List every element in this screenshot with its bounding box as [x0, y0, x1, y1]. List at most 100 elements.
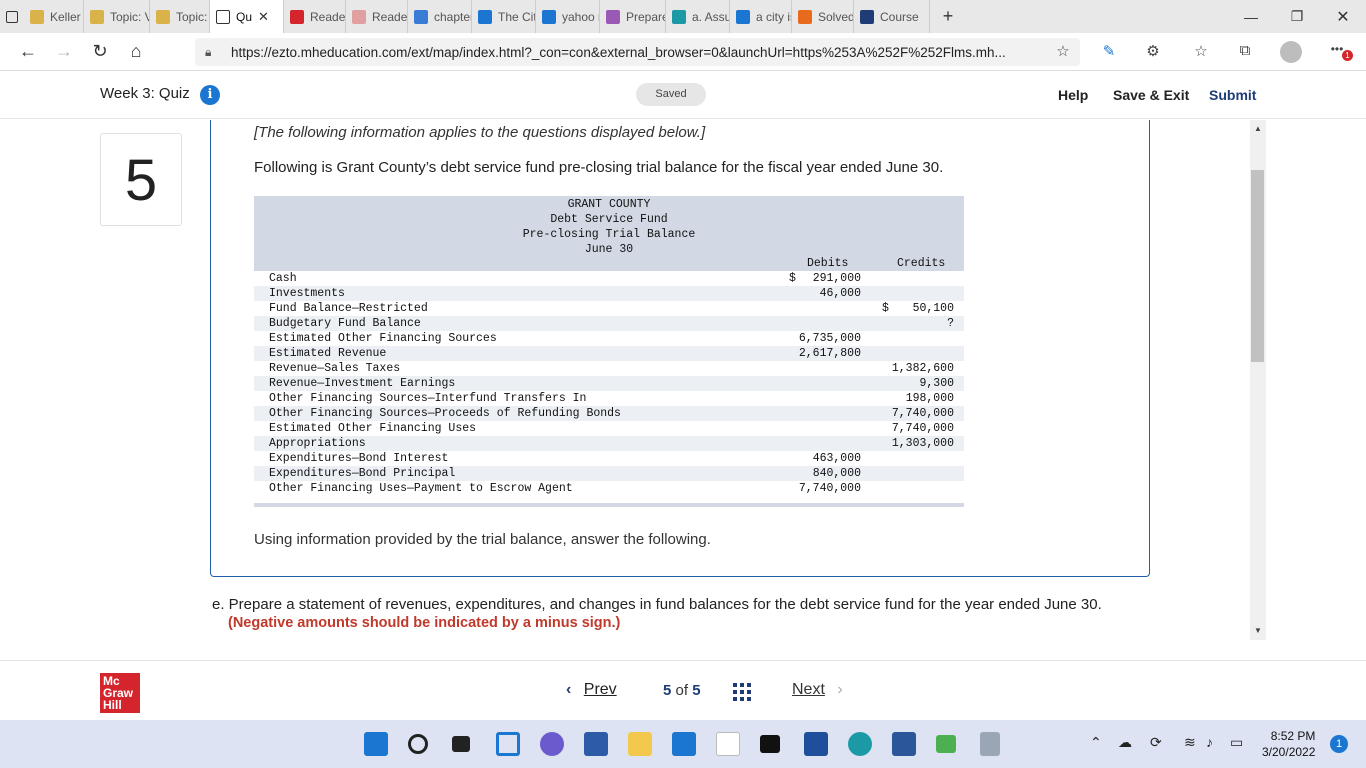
- scroll-up-icon[interactable]: ▲: [1250, 124, 1266, 133]
- browser-tab[interactable]: a. Assur: [666, 0, 730, 33]
- question-info-box: [The following information applies to th…: [210, 120, 1150, 577]
- tab-label: Solved: [818, 9, 854, 24]
- mail-icon[interactable]: [672, 732, 696, 756]
- edge-icon[interactable]: [848, 732, 872, 756]
- question-paragraph: Following is Grant County’s debt service…: [254, 159, 944, 176]
- credit-value: 1,303,000: [891, 437, 954, 450]
- scroll-down-icon[interactable]: ▼: [1250, 626, 1266, 635]
- dropbox-icon[interactable]: [760, 735, 780, 753]
- browser-tab[interactable]: Topic: W: [150, 0, 210, 33]
- next-button[interactable]: Next ›: [792, 681, 843, 699]
- volume-icon[interactable]: ♪: [1206, 734, 1213, 750]
- table-row: Investments 46,000: [254, 286, 964, 301]
- mcgraw-icon: [290, 9, 304, 24]
- word-icon[interactable]: [892, 732, 916, 756]
- minimize-button[interactable]: —: [1228, 9, 1274, 25]
- table-body: Cash $291,000 Investments 46,000 Fund Balanc…: [254, 271, 964, 496]
- tab-label: Prepare: [626, 9, 666, 24]
- credit-value: 7,740,000: [891, 422, 954, 435]
- trial-balance-table: GRANT COUNTY Debt Service Fund Pre-closi…: [254, 196, 964, 510]
- onedrive-icon[interactable]: ☁: [1118, 734, 1132, 751]
- url-field[interactable]: 🔒︎ https://ezto.mheducation.com/ext/map/…: [195, 38, 1080, 66]
- notification-badge[interactable]: 1: [1330, 735, 1348, 753]
- tab-label: Topic: V: [110, 9, 150, 24]
- taskbar-clock[interactable]: 8:52 PM 3/20/2022: [1262, 728, 1315, 760]
- search-icon: [414, 9, 428, 24]
- refresh-button[interactable]: ↻: [82, 41, 118, 62]
- browser-tab[interactable]: ReaderL: [346, 0, 408, 33]
- browser-tab[interactable]: a city is: [730, 0, 792, 33]
- amazon-icon[interactable]: [716, 732, 740, 756]
- submit-button[interactable]: Submit: [1209, 87, 1256, 103]
- account-label: Expenditures—Bond Principal: [269, 467, 456, 480]
- content-scrollbar[interactable]: ▲ ▼: [1250, 120, 1266, 640]
- pen-icon[interactable]: ✎: [1098, 42, 1120, 62]
- part-e-text: e. Prepare a statement of revenues, expe…: [212, 596, 1102, 613]
- browser-tab[interactable]: Prepare: [600, 0, 666, 33]
- new-tab-button[interactable]: +: [936, 6, 960, 27]
- address-bar-row: ← → ↻ ⌂ 🔒︎ https://ezto.mheducation.com/…: [0, 33, 1366, 71]
- prev-button[interactable]: ‹ Prev: [566, 681, 617, 699]
- browser-tab[interactable]: Topic: V: [84, 0, 150, 33]
- restore-button[interactable]: ❐: [1274, 8, 1320, 25]
- app-icon[interactable]: [804, 732, 828, 756]
- store-icon[interactable]: [584, 732, 608, 756]
- info-icon[interactable]: i: [200, 85, 220, 105]
- credit-value: 1,382,600: [891, 362, 954, 375]
- favorites-icon[interactable]: ☆: [1190, 42, 1212, 62]
- windows-start-icon[interactable]: [364, 732, 388, 756]
- browser-tab[interactable]: ReaderL: [284, 0, 346, 33]
- chat-icon[interactable]: [540, 732, 564, 756]
- question-icon: [672, 9, 686, 24]
- help-button[interactable]: Help: [1058, 87, 1088, 103]
- collections-icon[interactable]: ⧉: [1234, 42, 1256, 62]
- table-row: Expenditures—Bond Interest 463,000: [254, 451, 964, 466]
- quiz-footer: Mc Graw Hill ‹ Prev 5 of 5 Next ›: [0, 660, 1366, 720]
- browser-tab[interactable]: The City: [472, 0, 536, 33]
- part-e-note: (Negative amounts should be indicated by…: [228, 615, 621, 631]
- tab-actions-button[interactable]: [0, 0, 24, 33]
- debit-value: 840,000: [812, 467, 861, 480]
- file-explorer-icon[interactable]: [628, 732, 652, 756]
- battery-icon[interactable]: ▭: [1230, 734, 1243, 751]
- wifi-icon[interactable]: ≋: [1184, 734, 1196, 751]
- calculator-icon[interactable]: [980, 732, 1000, 756]
- search-icon[interactable]: [408, 734, 428, 754]
- close-tab-icon[interactable]: ✕: [258, 9, 269, 25]
- profile-avatar[interactable]: [1280, 41, 1302, 63]
- browser-tab[interactable]: Solved: [792, 0, 854, 33]
- tab-label: Qu: [236, 9, 253, 24]
- save-exit-button[interactable]: Save & Exit: [1113, 87, 1189, 103]
- next-label: Next: [792, 681, 825, 698]
- app-icon[interactable]: [936, 735, 956, 753]
- forward-button[interactable]: →: [46, 41, 82, 62]
- tab-list: Keller G Topic: V Topic: W Qu ✕ ReaderL Reader…: [24, 0, 930, 33]
- sync-icon[interactable]: ⟳: [1150, 734, 1162, 751]
- widgets-icon[interactable]: [496, 732, 520, 756]
- back-button[interactable]: ←: [10, 41, 46, 62]
- star-icon: [860, 9, 874, 24]
- home-button[interactable]: ⌂: [118, 41, 154, 62]
- credit-value: 198,000: [905, 392, 954, 405]
- tab-actions-icon: [6, 10, 18, 23]
- table-row: Other Financing Sources—Proceeds of Refu…: [254, 406, 964, 421]
- account-label: Investments: [269, 287, 345, 300]
- bing-icon: [542, 9, 556, 24]
- browser-tab[interactable]: yahoo n: [536, 0, 600, 33]
- grid-icon[interactable]: [733, 683, 751, 701]
- task-view-icon[interactable]: [452, 736, 470, 752]
- close-window-button[interactable]: ✕: [1320, 7, 1366, 27]
- debit-value: 463,000: [812, 452, 861, 465]
- credits-header: Credits: [897, 257, 946, 270]
- favorite-add-icon[interactable]: ☆: [1052, 42, 1074, 62]
- table-header: GRANT COUNTY Debt Service Fund Pre-closi…: [254, 196, 964, 271]
- browser-tab[interactable]: Course: [854, 0, 930, 33]
- table-row: Estimated Other Financing Sources 6,735,0…: [254, 331, 964, 346]
- tab-label: a. Assur: [692, 9, 729, 24]
- browser-tab[interactable]: chapter: [408, 0, 472, 33]
- scroll-thumb[interactable]: [1251, 170, 1264, 362]
- tray-chevron-icon[interactable]: ⌃: [1090, 734, 1102, 751]
- extensions-icon[interactable]: ⚙: [1142, 42, 1164, 62]
- browser-tab[interactable]: Qu ✕: [210, 0, 284, 33]
- browser-tab[interactable]: Keller G: [24, 0, 84, 33]
